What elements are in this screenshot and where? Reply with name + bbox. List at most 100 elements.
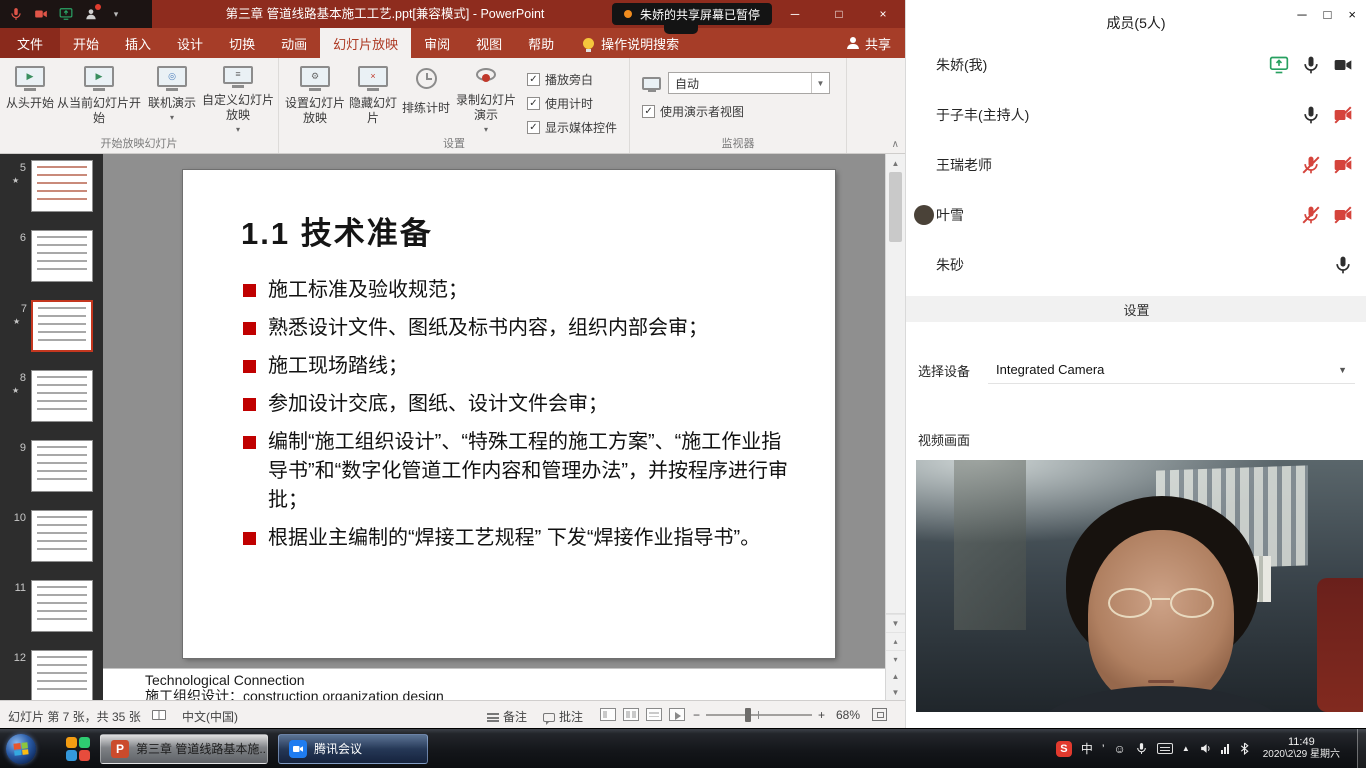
start-button[interactable]	[6, 734, 36, 764]
voice-input-icon[interactable]	[1135, 742, 1148, 755]
slide-thumbnail[interactable]: 11	[31, 580, 93, 632]
scroll-up-button[interactable]: ▲	[886, 154, 905, 172]
slide-thumbnail[interactable]: 8 ★	[31, 370, 93, 422]
notes-scrollbar[interactable]: ▲ ▼	[885, 668, 905, 700]
present-online-button[interactable]: ◎ 联机演示 ▾	[142, 62, 202, 135]
camera-off-icon[interactable]	[1333, 105, 1353, 125]
maximize-button[interactable]: □	[1324, 7, 1332, 22]
tab-transitions[interactable]: 切换	[216, 28, 268, 58]
quick-launch-icon[interactable]	[66, 737, 90, 761]
clock[interactable]: 11:49 2020\2\29 星期六	[1263, 736, 1340, 761]
tab-help[interactable]: 帮助	[515, 28, 567, 58]
taskbar-powerpoint-button[interactable]: P 第三章 管道线路基本施...	[100, 734, 268, 764]
minimize-button[interactable]: ─	[1297, 7, 1306, 22]
tab-home[interactable]: 开始	[60, 28, 112, 58]
minimize-button[interactable]: ─	[773, 0, 817, 28]
reading-view-button[interactable]	[646, 708, 662, 721]
close-button[interactable]: ×	[1348, 7, 1356, 22]
slide-sorter-view-button[interactable]	[623, 708, 639, 721]
normal-view-button[interactable]	[600, 708, 616, 721]
rehearse-timings-button[interactable]: 排练计时	[399, 62, 453, 135]
input-language-icon[interactable]: 中	[1081, 740, 1093, 757]
punctuation-icon[interactable]: ’	[1102, 742, 1105, 756]
zoom-slider-thumb[interactable]	[745, 708, 751, 722]
maximize-button[interactable]: □	[817, 0, 861, 28]
camera-off-icon[interactable]	[1333, 205, 1353, 225]
mic-muted-icon[interactable]	[1301, 205, 1321, 225]
share-button[interactable]: 共享	[847, 28, 891, 58]
previous-slide-button[interactable]: ▴	[886, 632, 905, 650]
slide-thumbnail-pane: 5 ★ 6 7 ★ 8 ★ 9 10	[0, 154, 103, 700]
scroll-down-button[interactable]: ▼	[886, 614, 905, 632]
meeting-camera-icon[interactable]	[33, 6, 49, 22]
language-indicator[interactable]: 中文(中国)	[182, 708, 238, 725]
zoom-out-button[interactable]: −	[693, 708, 700, 722]
play-narrations-checkbox[interactable]: ✓ 播放旁白	[527, 71, 617, 88]
monitor-dropdown[interactable]: 自动 ▼	[668, 72, 830, 94]
mic-on-icon[interactable]	[1301, 105, 1321, 125]
notes-toggle-button[interactable]: 备注	[487, 708, 527, 725]
hidden-icons-button[interactable]: ▲	[1182, 744, 1190, 753]
slide-thumbnail[interactable]: 9	[31, 440, 93, 492]
presenter-view-checkbox[interactable]: ✓ 使用演示者视图	[642, 103, 744, 120]
taskbar-meeting-button[interactable]: 腾讯会议	[278, 734, 428, 764]
from-beginning-button[interactable]: ▶ 从头开始	[4, 62, 56, 135]
tab-file[interactable]: 文件	[0, 28, 60, 58]
mic-on-icon[interactable]	[1333, 255, 1353, 275]
camera-device-dropdown[interactable]: Integrated Camera ▼	[988, 356, 1355, 384]
custom-slideshow-button[interactable]: ≡ 自定义幻灯片放映 ▾	[202, 62, 274, 135]
hide-slide-button[interactable]: × 隐藏幻灯片	[347, 62, 399, 135]
bluetooth-icon[interactable]	[1238, 742, 1251, 755]
camera-on-icon[interactable]	[1333, 55, 1353, 75]
mic-muted-icon[interactable]	[1301, 155, 1321, 175]
zoom-slider-track[interactable]	[706, 714, 812, 716]
camera-off-icon[interactable]	[1333, 155, 1353, 175]
tab-view[interactable]: 视图	[463, 28, 515, 58]
view-switcher	[600, 708, 685, 721]
tab-slideshow[interactable]: 幻灯片放映	[320, 28, 411, 58]
slide-thumbnail[interactable]: 5 ★	[31, 160, 93, 212]
tab-animations[interactable]: 动画	[268, 28, 320, 58]
slide-thumbnail[interactable]: 10	[31, 510, 93, 562]
close-button[interactable]: ×	[861, 0, 905, 28]
mic-on-icon[interactable]	[1301, 55, 1321, 75]
emoji-icon[interactable]: ☺	[1114, 742, 1126, 756]
volume-icon[interactable]	[1199, 742, 1212, 755]
tab-review[interactable]: 审阅	[411, 28, 463, 58]
show-media-controls-checkbox[interactable]: ✓ 显示媒体控件	[527, 119, 617, 136]
sogou-input-icon[interactable]: S	[1056, 741, 1072, 757]
slide-thumbnail[interactable]: 12	[31, 650, 93, 700]
scroll-up-button[interactable]: ▲	[886, 668, 905, 684]
scroll-down-button[interactable]: ▼	[886, 684, 905, 700]
zoom-percentage[interactable]: 68%	[836, 708, 860, 722]
comments-toggle-button[interactable]: 批注	[543, 708, 583, 725]
keyboard-icon[interactable]	[1157, 743, 1173, 754]
tab-design[interactable]: 设计	[164, 28, 216, 58]
spellcheck-icon[interactable]	[152, 710, 166, 720]
meeting-mic-icon[interactable]	[8, 6, 24, 22]
meeting-members-icon[interactable]	[83, 6, 99, 22]
from-current-slide-button[interactable]: ▶ 从当前幻灯片开始	[56, 62, 142, 135]
ribbon-collapse-button[interactable]: ∧	[892, 139, 899, 150]
next-slide-button[interactable]: ▾	[886, 650, 905, 668]
chevron-down-icon[interactable]: ▾	[108, 6, 124, 22]
show-desktop-button[interactable]	[1357, 729, 1366, 768]
notification-handle[interactable]	[664, 25, 698, 34]
zoom-in-button[interactable]: +	[818, 708, 825, 722]
slide-thumbnail-active[interactable]: 7 ★	[31, 300, 93, 352]
tab-insert[interactable]: 插入	[112, 28, 164, 58]
scrollbar-thumb[interactable]	[889, 172, 902, 242]
notes-pane[interactable]: Technological Connection 施工组织设计：construc…	[103, 668, 885, 700]
set-up-slideshow-button[interactable]: ⚙ 设置幻灯片放映	[283, 62, 347, 135]
network-signal-icon[interactable]	[1221, 743, 1229, 754]
fit-slide-button[interactable]	[872, 708, 887, 721]
thumbnail-content	[38, 307, 86, 345]
slideshow-view-button[interactable]	[669, 708, 685, 721]
meeting-share-screen-icon[interactable]	[58, 6, 74, 22]
slide-number: 6	[6, 232, 26, 244]
current-slide[interactable]: 1.1 技术准备 施工标准及验收规范； 熟悉设计文件、图纸及标书内容，组织内部会…	[183, 170, 835, 658]
slide-thumbnail[interactable]: 6	[31, 230, 93, 282]
record-slideshow-button[interactable]: 录制幻灯片演示 ▾	[453, 62, 519, 135]
use-timings-checkbox[interactable]: ✓ 使用计时	[527, 95, 617, 112]
vertical-scrollbar[interactable]: ▲ ▼ ▴ ▾	[885, 154, 905, 668]
